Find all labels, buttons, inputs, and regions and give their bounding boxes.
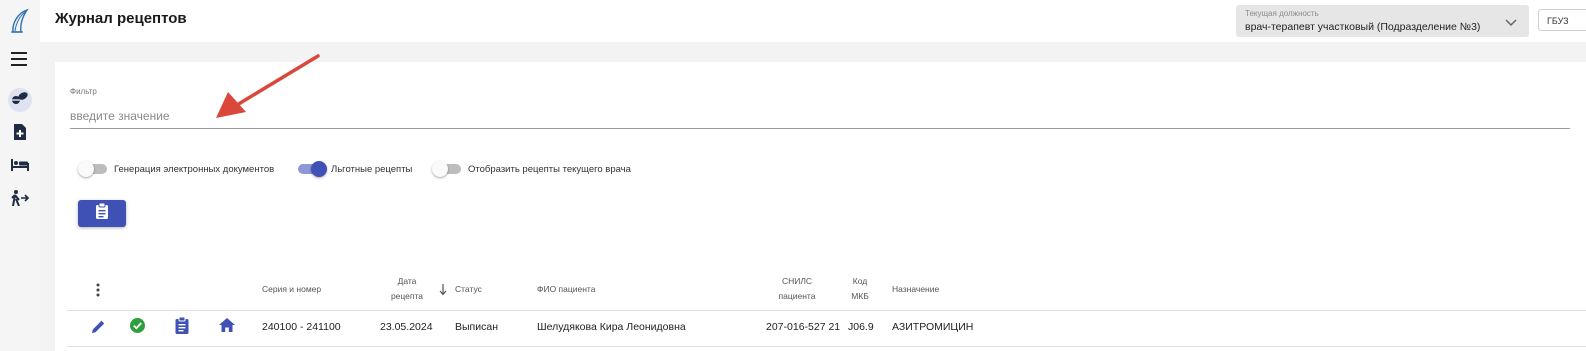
toggle-label: Генерация электронных документов	[114, 163, 275, 175]
app-logo[interactable]	[9, 8, 31, 39]
cell-mkb: J06.9	[848, 321, 874, 333]
cell-series: 240100 - 241100	[262, 321, 341, 333]
home-icon[interactable]	[219, 318, 235, 337]
organization-button[interactable]: ГБУЗ	[1538, 9, 1586, 31]
toggle-label: Льготные рецепты	[331, 163, 413, 175]
toggle-preferential-recipes[interactable]: Льготные рецепты	[298, 161, 412, 177]
header-divider	[67, 310, 1586, 311]
current-position-value: врач-терапевт участковый (Подразделение …	[1245, 21, 1481, 33]
row-divider	[67, 346, 1586, 347]
toggle-track	[78, 161, 107, 177]
toggle-knob	[432, 161, 448, 177]
column-header-snils[interactable]: СНИЛС пациента	[772, 274, 822, 304]
column-header-snils-line1: СНИЛС	[781, 276, 813, 286]
clipboard-icon	[95, 202, 109, 224]
status-check-icon	[130, 318, 145, 338]
menu-icon[interactable]	[11, 52, 27, 71]
toggle-track	[298, 161, 327, 177]
cell-snils: 207-016-527 21	[766, 321, 841, 333]
sidebar-item-transfer[interactable]	[8, 188, 32, 212]
toggle-knob	[78, 161, 94, 177]
cell-purpose: АЗИТРОМИЦИН	[892, 321, 974, 333]
sidebar-item-pills[interactable]	[8, 88, 32, 112]
cell-status: Выписан	[455, 321, 498, 333]
cell-date: 23.05.2024	[380, 321, 433, 333]
pills-icon	[11, 91, 29, 110]
clipboard-action-button[interactable]	[78, 200, 126, 227]
toggle-edoc-generation[interactable]: Генерация электронных документов	[78, 161, 275, 177]
patient-transfer-icon	[10, 189, 30, 211]
column-header-snils-line2: пациента	[778, 291, 816, 301]
toggle-label: Отобразить рецепты текущего врача	[468, 163, 631, 175]
column-header-date[interactable]: Дата рецепта	[383, 274, 431, 304]
sidebar-item-hospital[interactable]	[8, 155, 32, 179]
bed-icon	[11, 158, 29, 176]
column-options-icon[interactable]	[96, 283, 100, 302]
left-rail	[0, 0, 40, 351]
toggle-track	[432, 161, 461, 177]
annotation-arrow	[210, 50, 325, 127]
sort-arrow-down-icon[interactable]	[439, 283, 447, 301]
column-header-date-line2: рецепта	[390, 291, 424, 301]
current-position-select[interactable]: Текущая должность врач-терапевт участков…	[1236, 5, 1529, 37]
sidebar-item-documents[interactable]	[8, 122, 32, 146]
toggle-knob	[311, 161, 327, 177]
clipboard-icon[interactable]	[175, 316, 189, 339]
page-title: Журнал рецептов	[55, 10, 187, 27]
filter-label: Фильтр	[70, 87, 97, 96]
column-header-mkb[interactable]: Код МКБ	[846, 274, 874, 304]
chevron-down-icon	[1505, 14, 1517, 32]
column-header-patient[interactable]: ФИО пациента	[537, 282, 595, 297]
column-header-purpose[interactable]: Назначение	[892, 282, 939, 297]
column-header-date-line1: Дата	[397, 276, 417, 286]
toggle-current-doctor-recipes[interactable]: Отобразить рецепты текущего врача	[432, 161, 631, 177]
cell-patient: Шелудякова Кира Леонидовна	[537, 321, 686, 333]
column-header-mkb-line2: МКБ	[851, 291, 869, 301]
current-position-label: Текущая должность	[1245, 9, 1319, 18]
column-header-status[interactable]: Статус	[455, 282, 482, 297]
column-header-series[interactable]: Серия и номер	[262, 282, 321, 297]
edit-pencil-icon[interactable]	[91, 319, 106, 339]
medical-file-icon	[13, 123, 27, 145]
column-header-mkb-line1: Код	[852, 276, 868, 286]
